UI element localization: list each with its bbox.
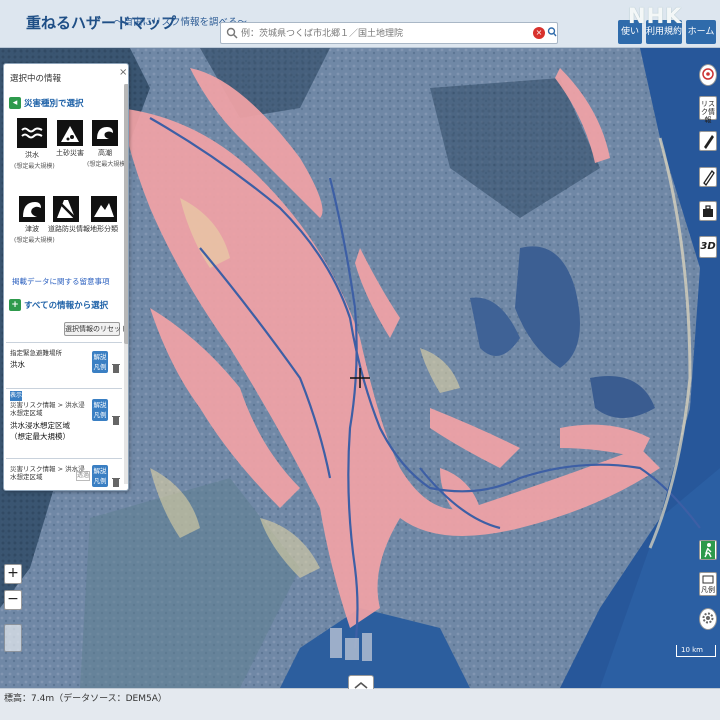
data-notes-link[interactable]: 掲載データに関する留意事項 xyxy=(12,276,110,287)
hazard-tile-landslide[interactable]: 土砂災害 xyxy=(52,120,88,158)
flood-icon xyxy=(17,118,47,148)
layer-category: 指定緊急避難場所 xyxy=(10,349,62,357)
search-box[interactable]: × xyxy=(220,22,558,44)
layer-legend-button[interactable]: 解説 凡例 xyxy=(92,399,108,421)
hazard-tile-storm-surge[interactable]: 高潮 (想定最大規模) xyxy=(87,120,128,168)
layer-item: 指定緊急避難場所 洪水 解説 凡例 xyxy=(6,342,122,382)
current-location-icon[interactable] xyxy=(699,64,717,86)
home-button[interactable]: ホーム xyxy=(686,20,716,44)
settings-gear-icon[interactable] xyxy=(699,608,717,630)
map-scale-bar: 10 km xyxy=(676,645,716,657)
trash-icon[interactable] xyxy=(112,477,120,487)
nhk-watermark-logo: NHK xyxy=(628,4,683,28)
expand-chevron-up-icon[interactable] xyxy=(348,675,374,689)
layer-item: 表示 災害リスク情報 > 洪水浸 水想定区域 洪水浸水想定区域 （想定最大規模）… xyxy=(6,388,122,452)
hazard-name: 土砂災害 xyxy=(56,149,84,157)
trash-icon[interactable] xyxy=(112,415,120,425)
elevation-readout: 標高：7.4m（データソース：DEM5A） xyxy=(4,694,167,704)
toolbox-icon[interactable] xyxy=(699,201,717,221)
search-icon xyxy=(226,27,238,39)
select-all-info-header[interactable]: + すべての情報から選択 xyxy=(4,296,124,314)
scale-slider-handle[interactable] xyxy=(4,624,22,652)
select-all-info-label: すべての情報から選択 xyxy=(24,301,109,311)
select-by-type-header[interactable]: ◂ 災害種別で選択 xyxy=(4,94,124,112)
opacity-button[interactable]: 透過 xyxy=(76,471,90,481)
layer-name: 洪水 xyxy=(10,360,25,369)
trash-icon[interactable] xyxy=(112,363,120,373)
panel-close-button[interactable]: × xyxy=(119,67,127,78)
3d-view-button[interactable]: 3D xyxy=(699,236,717,258)
zoom-out-button[interactable]: − xyxy=(4,590,22,610)
legend-label: 凡例 xyxy=(701,586,715,594)
layer-legend-button[interactable]: 解説 凡例 xyxy=(92,351,108,373)
layer-name: 洪水浸水想定区域 xyxy=(10,421,70,430)
map-center-crosshair xyxy=(350,368,370,388)
road-disaster-icon xyxy=(53,196,79,222)
reset-selection-button[interactable]: 選択情報のリセット xyxy=(64,322,128,336)
display-tag: 表示 xyxy=(10,391,23,401)
search-button-icon[interactable] xyxy=(547,26,557,40)
draw-pencil-icon[interactable] xyxy=(699,131,717,151)
hazard-name: 津波 xyxy=(25,225,39,233)
header: 重ねるハザードマップ 〜自由にリスク情報を調べる〜 × 使い方 利用規約 ホーム… xyxy=(0,0,720,61)
hazard-tile-road[interactable]: 道路防災情報 xyxy=(48,196,90,234)
zoom-in-button[interactable]: + xyxy=(4,564,22,584)
search-input[interactable] xyxy=(241,25,531,41)
layer-legend-button[interactable]: 解説 凡例 xyxy=(92,465,108,487)
select-by-type-icon: ◂ xyxy=(9,97,21,109)
legend-button[interactable]: 凡例 xyxy=(699,572,717,596)
hazard-name: 高潮 xyxy=(98,149,112,157)
layer-category-cont: 水想定区域 xyxy=(10,473,43,481)
hazard-tile-flood[interactable]: 洪水 (想定最大規模) xyxy=(14,118,55,170)
walking-icon[interactable] xyxy=(699,540,717,560)
hazard-name: 洪水 xyxy=(25,151,39,159)
select-by-type-label: 災害種別で選択 xyxy=(24,99,84,109)
hazard-note: (想定最大規模) xyxy=(14,237,55,244)
risk-info-button[interactable]: リスク情報 xyxy=(699,96,717,124)
clear-search-button[interactable]: × xyxy=(533,27,545,39)
terrain-class-icon xyxy=(91,196,117,222)
panel-title: 選択中の情報 xyxy=(10,74,62,84)
hazard-name: 地形分類 xyxy=(90,225,118,233)
hazard-tile-terrain[interactable]: 地形分類 xyxy=(86,196,122,234)
layer-subname: （想定最大規模） xyxy=(10,432,70,441)
hazard-name: 道路防災情報 xyxy=(48,225,90,233)
panel-scrollbar-thumb[interactable] xyxy=(124,84,128,344)
landslide-icon xyxy=(57,120,83,146)
layer-item: 災害リスク情報 > 洪水浸 水想定区域 透過 解説 凡例 xyxy=(6,458,122,490)
tsunami-icon xyxy=(19,196,45,222)
panel-scrollbar[interactable] xyxy=(124,84,128,484)
plus-icon: + xyxy=(9,299,21,311)
hazard-tile-tsunami[interactable]: 津波 (想定最大規模) xyxy=(14,196,55,244)
status-bar: 標高：7.4m（データソース：DEM5A） xyxy=(0,675,720,720)
layer-category-cont: 水想定区域 xyxy=(10,409,43,417)
hazard-note: (想定最大規模) xyxy=(14,163,55,170)
edit-pencil-icon[interactable] xyxy=(699,167,717,187)
hazard-note: (想定最大規模) xyxy=(87,161,128,168)
selected-info-panel: 選択中の情報 × ◂ 災害種別で選択 洪水 (想定最大規模) 土砂災害 高潮 (… xyxy=(3,63,129,491)
storm-surge-icon xyxy=(92,120,118,146)
